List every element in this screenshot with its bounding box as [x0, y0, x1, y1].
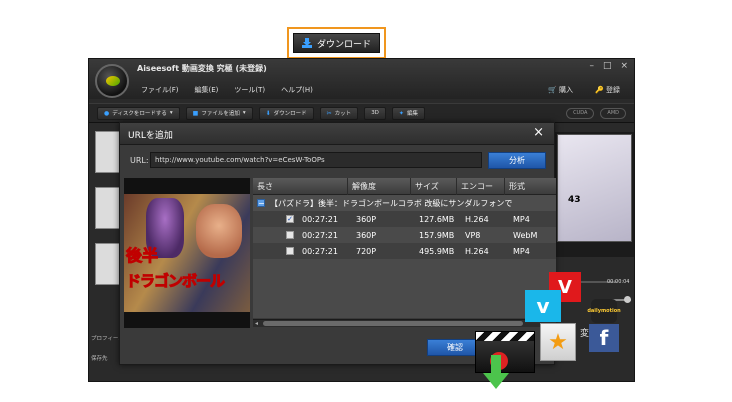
add-file-button[interactable]: ■ ファイルを追加 ▾ — [185, 106, 253, 120]
column-duration[interactable]: 長さ — [253, 178, 348, 195]
clapperboard-stripes — [476, 332, 534, 341]
row-encoder: H.264 — [465, 246, 489, 256]
column-resolution[interactable]: 解像度 — [348, 178, 411, 195]
download-arrow-icon — [483, 355, 509, 389]
row-resolution: 720P — [356, 246, 377, 256]
menu-tools[interactable]: ツール(T) — [234, 85, 265, 95]
table-header: 長さ 解像度 サイズ エンコー 形式 — [253, 178, 556, 195]
row-duration: 00:27:21 — [302, 230, 338, 240]
dialog-title: URLを追加 — [128, 131, 173, 141]
menu-file[interactable]: ファイル(F) — [141, 85, 179, 95]
dailymotion-logo-icon: dailymotion — [587, 299, 621, 323]
row-checkbox[interactable]: ✓ — [286, 215, 294, 223]
star-logo-icon: ★ — [540, 323, 576, 361]
scroll-left-icon[interactable]: ◂ — [255, 320, 258, 327]
vimeo-logo-icon: v — [525, 290, 561, 322]
row-format: MP4 — [513, 214, 530, 224]
row-format: MP4 — [513, 246, 530, 256]
row-encoder: VP8 — [465, 230, 481, 240]
preview-overlay-number: 43 — [568, 195, 581, 205]
app-logo-icon — [95, 64, 129, 98]
thumbnail-caption-2: ドラゴンボール — [125, 272, 225, 291]
dialog-title-bar: URLを追加 × — [120, 123, 554, 145]
facebook-logo-icon: f — [589, 324, 619, 352]
maximize-button[interactable]: □ — [603, 61, 612, 71]
row-checkbox[interactable] — [286, 231, 294, 239]
disc-icon: ● — [104, 109, 110, 117]
main-toolbar: ● ディスクをロードする ▾ ■ ファイルを追加 ▾ ⬇ ダウンロード ✂ カット 3D… — [89, 103, 634, 123]
row-size: 127.6MB — [419, 214, 455, 224]
url-label: URL: — [130, 156, 149, 165]
download-callout-label: ダウンロード — [316, 39, 371, 50]
column-size[interactable]: サイズ — [411, 178, 457, 195]
purchase-link[interactable]: 🛒 購入 — [548, 85, 573, 95]
download-callout: ダウンロード — [287, 27, 386, 59]
register-link[interactable]: 🔑 登録 — [595, 85, 620, 95]
url-input[interactable] — [150, 152, 482, 168]
scrollbar-thumb[interactable] — [263, 321, 523, 326]
row-format: WebM — [513, 230, 538, 240]
table-row[interactable]: 00:27:21 720P 495.9MB H.264 MP4 — [253, 243, 556, 259]
column-encoder[interactable]: エンコー — [457, 178, 505, 195]
edit-button[interactable]: ✦ 編集 — [391, 106, 425, 120]
menu-edit[interactable]: 編集(E) — [195, 85, 219, 95]
analyze-button[interactable]: 分析 — [488, 152, 546, 169]
row-size: 495.9MB — [419, 246, 455, 256]
collapse-icon[interactable]: − — [257, 199, 265, 208]
format-table: 長さ 解像度 サイズ エンコー 形式 − 【パズドラ】後半：ドラゴンボールコラボ… — [253, 178, 556, 318]
3d-button[interactable]: 3D — [364, 106, 386, 120]
row-encoder: H.264 — [465, 214, 489, 224]
table-horizontal-scrollbar[interactable]: ◂ — [253, 319, 556, 327]
scissors-icon: ✂ — [326, 109, 332, 117]
download-button[interactable]: ⬇ ダウンロード — [258, 106, 314, 120]
cut-button[interactable]: ✂ カット — [319, 106, 359, 120]
row-size: 157.9MB — [419, 230, 455, 240]
amd-badge: AMD — [600, 107, 626, 119]
row-checkbox[interactable] — [286, 247, 294, 255]
minimize-button[interactable]: – — [589, 61, 594, 71]
title-bar: Aiseesoft 動画変換 究極 (未登録) – □ × ファイル(F) 編集… — [89, 59, 634, 99]
account-menu: 🛒 購入 🔑 登録 — [548, 85, 620, 95]
download-icon — [301, 38, 312, 48]
menu-help[interactable]: ヘルプ(H) — [281, 85, 313, 95]
table-row[interactable]: ✓ 00:27:21 360P 127.6MB H.264 MP4 — [253, 211, 556, 227]
add-file-icon: ■ — [192, 109, 199, 117]
download-icon: ⬇ — [265, 109, 271, 117]
app-title: Aiseesoft 動画変換 究極 (未登録) — [137, 64, 267, 73]
preview-time: 00:00:04 — [607, 279, 630, 285]
video-thumbnail: 後半 ドラゴンボール — [124, 178, 250, 328]
cart-icon: 🛒 — [548, 86, 557, 94]
download-callout-button[interactable]: ダウンロード — [293, 33, 380, 53]
preview-panel: 43 — [555, 132, 634, 257]
dialog-close-button[interactable]: × — [533, 125, 544, 140]
edit-icon: ✦ — [398, 109, 404, 117]
window-controls: – □ × — [589, 61, 628, 71]
gpu-indicators: CUDA AMD — [566, 107, 634, 119]
key-icon: 🔑 — [595, 86, 604, 94]
cuda-badge: CUDA — [566, 107, 595, 119]
close-button[interactable]: × — [620, 61, 628, 71]
thumbnail-caption-1: 後半 — [125, 246, 159, 266]
add-url-dialog: URLを追加 × URL: 分析 後半 ドラゴンボール 長さ 解像度 サイズ エ… — [119, 122, 556, 365]
video-group-row[interactable]: − 【パズドラ】後半：ドラゴンボールコラボ 改級にサンダルフォンで — [253, 195, 556, 211]
row-resolution: 360P — [356, 230, 377, 240]
table-row[interactable]: 00:27:21 360P 157.9MB VP8 WebM — [253, 227, 556, 243]
row-duration: 00:27:21 — [302, 246, 338, 256]
row-resolution: 360P — [356, 214, 377, 224]
video-title: 【パズドラ】後半：ドラゴンボールコラボ 改級にサンダルフォンで — [270, 198, 513, 208]
menu-bar: ファイル(F) 編集(E) ツール(T) ヘルプ(H) — [141, 85, 313, 95]
column-format[interactable]: 形式 — [505, 178, 556, 195]
preview-image: 43 — [557, 134, 632, 242]
row-duration: 00:27:21 — [302, 214, 338, 224]
thumbnail-face — [196, 204, 242, 258]
volume-slider-knob[interactable] — [624, 296, 631, 303]
load-disc-button[interactable]: ● ディスクをロードする ▾ — [97, 106, 180, 120]
